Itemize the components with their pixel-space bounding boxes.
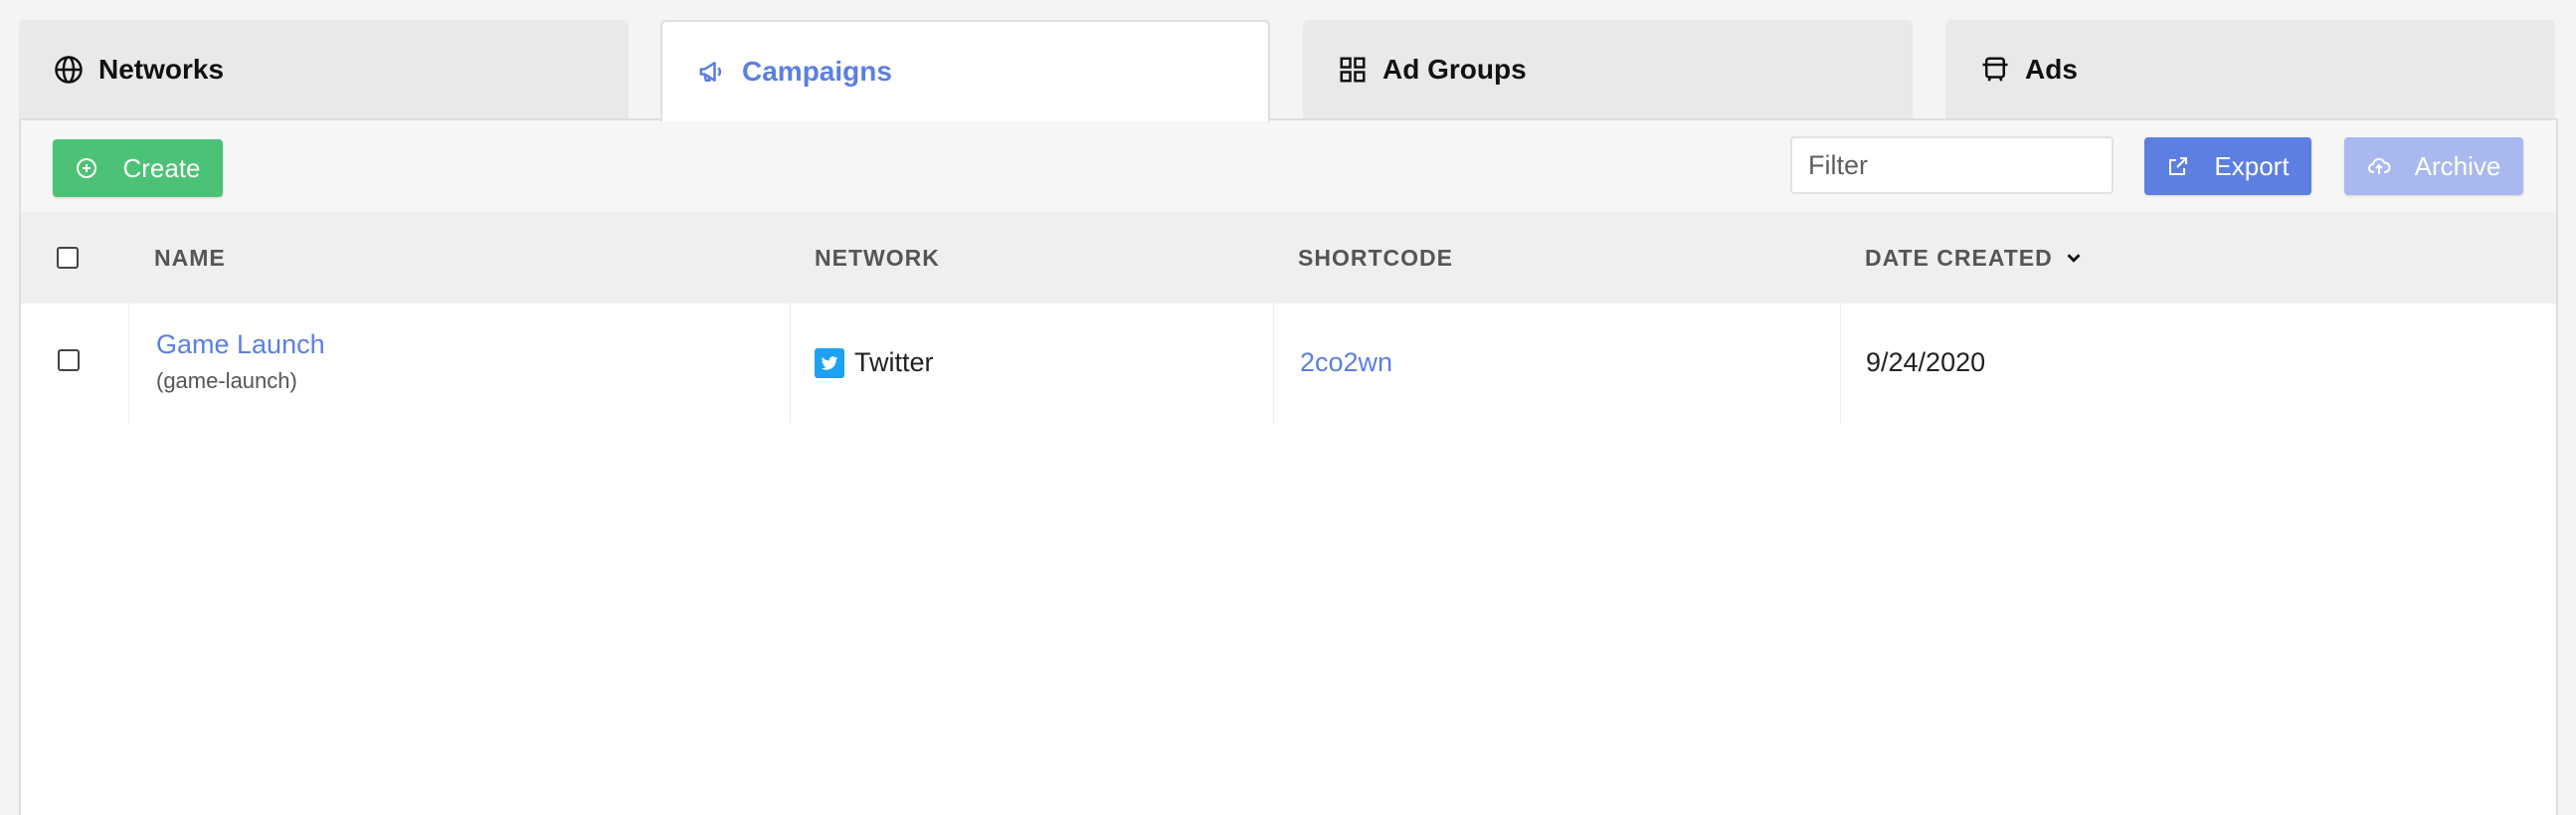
- column-divider: [790, 304, 791, 423]
- tab-ads[interactable]: Ads: [1945, 20, 2555, 119]
- campaign-slug: (game-launch): [156, 368, 297, 393]
- grid-icon: [1337, 54, 1369, 86]
- network-cell: Twitter: [815, 347, 934, 378]
- ads-icon: [1979, 54, 2011, 86]
- tab-ad-groups[interactable]: Ad Groups: [1303, 20, 1913, 119]
- tab-label: Ads: [2025, 54, 2078, 85]
- column-header-network[interactable]: NETWORK: [815, 212, 940, 304]
- globe-icon: [53, 54, 85, 86]
- chevron-down-icon: [2067, 254, 2081, 263]
- tab-bar: Networks Campaigns Ad Groups Ads: [0, 0, 2576, 121]
- column-divider: [1840, 304, 1841, 423]
- create-button-label: Create: [122, 152, 201, 183]
- row-checkbox[interactable]: [58, 349, 80, 371]
- toolbar: Create Export Archive: [21, 120, 2556, 212]
- select-all-checkbox[interactable]: [57, 247, 79, 269]
- campaign-name-link[interactable]: Game Launch: [156, 329, 325, 360]
- campaign-name-cell: Game Launch (game-launch): [156, 329, 325, 394]
- twitter-icon: [815, 347, 844, 378]
- campaigns-panel: Create Export Archive NAME NETWORK SHORT…: [19, 118, 2558, 815]
- megaphone-icon: [696, 56, 728, 88]
- table-header: NAME NETWORK SHORTCODE DATE CREATED: [21, 212, 2556, 304]
- external-link-icon: [2169, 157, 2188, 175]
- tab-campaigns[interactable]: Campaigns: [660, 20, 1270, 121]
- table-row: Game Launch (game-launch) Twitter 2co2wn…: [21, 304, 2556, 423]
- column-header-date-created[interactable]: DATE CREATED: [1865, 212, 2085, 304]
- date-created-value: 9/24/2020: [1866, 347, 1986, 377]
- column-divider: [1273, 304, 1274, 423]
- tab-networks[interactable]: Networks: [19, 20, 629, 119]
- plus-circle-icon: [77, 158, 97, 178]
- shortcode-link[interactable]: 2co2wn: [1300, 347, 1392, 378]
- network-name: Twitter: [854, 347, 934, 377]
- cloud-upload-icon: [2367, 157, 2391, 174]
- create-button[interactable]: Create: [53, 139, 223, 197]
- export-button[interactable]: Export: [2144, 137, 2311, 195]
- column-header-name[interactable]: NAME: [154, 212, 226, 304]
- archive-button-label: Archive: [2414, 150, 2501, 181]
- column-header-shortcode[interactable]: SHORTCODE: [1298, 212, 1453, 304]
- archive-button[interactable]: Archive: [2344, 137, 2523, 195]
- export-button-label: Export: [2214, 150, 2290, 181]
- filter-input[interactable]: [1790, 136, 2114, 194]
- tab-label: Campaigns: [742, 56, 892, 87]
- tab-label: Networks: [98, 54, 225, 85]
- column-divider: [128, 304, 129, 423]
- tab-label: Ad Groups: [1382, 54, 1527, 85]
